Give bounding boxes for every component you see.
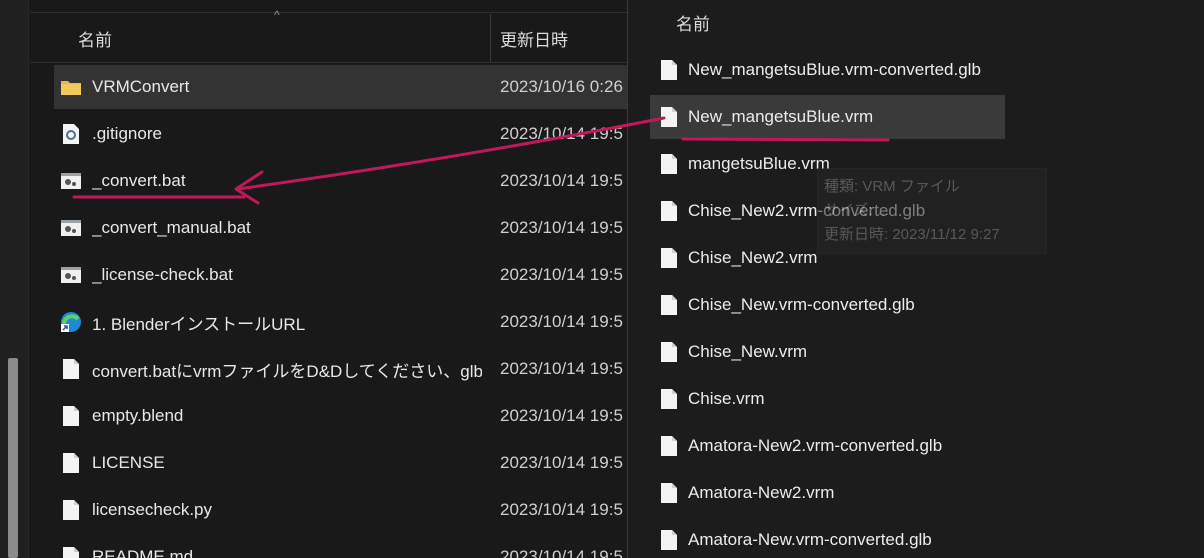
list-item-licensecheck-py[interactable]: licensecheck.py 2023/10/14 19:5 [54, 488, 627, 532]
file-icon [60, 452, 82, 474]
column-header-name[interactable]: 名前 [78, 26, 112, 51]
file-date: 2023/10/14 19:5 [500, 453, 623, 472]
file-date: 2023/10/14 19:5 [500, 406, 623, 425]
file-icon [60, 546, 82, 558]
batch-file-icon [60, 170, 82, 192]
column-header-name[interactable]: 名前 [676, 10, 710, 35]
file-name: Chise_New2.vrm [688, 248, 818, 267]
tooltip-type: 種類: VRM ファイル [824, 178, 960, 195]
file-icon [658, 246, 680, 270]
file-name: Amatora-New.vrm-converted.glb [688, 530, 932, 549]
tooltip-date: 更新日時: 2023/11/12 9:27 [824, 226, 1000, 243]
list-item[interactable]: New_mangetsuBlue.vrm-converted.glb [650, 48, 1204, 92]
list-item-license-check-bat[interactable]: _license-check.bat 2023/10/14 19:5 [54, 253, 627, 297]
file-date: 2023/10/14 19:5 [500, 171, 623, 190]
edge-shortcut-icon [60, 311, 82, 333]
list-item[interactable]: Amatora-New2.vrm [650, 471, 1204, 515]
file-name: New_mangetsuBlue.vrm [688, 107, 874, 126]
file-date: 2023/10/16 0:26 [500, 77, 623, 96]
right-file-list-pane: 名前 New_mangetsuBlue.vrm-converted.glb Ne… [627, 0, 1204, 558]
file-icon [658, 528, 680, 552]
file-icon [60, 358, 82, 380]
settings-file-icon [60, 123, 82, 145]
file-name: .gitignore [92, 124, 162, 143]
column-header-row: ^ 名前 更新日時 [30, 0, 627, 63]
list-item[interactable]: Amatora-New2.vrm-converted.glb [650, 424, 1204, 468]
list-item-convert-bat[interactable]: _convert.bat 2023/10/14 19:5 [54, 159, 627, 203]
batch-file-icon [60, 217, 82, 239]
file-name: VRMConvert [92, 77, 190, 96]
file-icon [658, 58, 680, 82]
tooltip-size: サイズ: ... [824, 202, 890, 219]
file-name: LICENSE [92, 453, 165, 472]
list-item-gitignore[interactable]: .gitignore 2023/10/14 19:5 [54, 112, 627, 156]
file-name: empty.blend [92, 406, 184, 425]
file-name: README.md [92, 547, 194, 558]
list-item[interactable]: Amatora-New.vrm-converted.glb [650, 518, 1204, 558]
list-item[interactable]: Chise.vrm [650, 377, 1204, 421]
file-icon [658, 434, 680, 458]
list-item-blender-url[interactable]: 1. BlenderインストールURL 2023/10/14 19:5 [54, 300, 627, 344]
file-name: licensecheck.py [92, 500, 213, 519]
file-name: Chise_New.vrm-converted.glb [688, 295, 915, 314]
file-name: Chise.vrm [688, 389, 765, 408]
left-file-list-pane: ^ 名前 更新日時 VRMConvert 2023/10/16 0:26 .gi… [0, 0, 627, 558]
file-icon [658, 387, 680, 411]
list-item-selected[interactable]: New_mangetsuBlue.vrm [650, 95, 1005, 139]
list-item-readme-jp[interactable]: convert.batにvrmファイルをD&Dしてください、glbファ... 2… [54, 347, 627, 391]
list-item-empty-blend[interactable]: empty.blend 2023/10/14 19:5 [54, 394, 627, 438]
column-separator[interactable] [490, 14, 491, 62]
list-item-license[interactable]: LICENSE 2023/10/14 19:5 [54, 441, 627, 485]
file-icon [658, 199, 680, 223]
folder-icon [60, 76, 82, 98]
file-icon [60, 499, 82, 521]
column-header-date[interactable]: 更新日時 [500, 26, 568, 51]
list-item[interactable]: Chise_New.vrm-converted.glb [650, 283, 1204, 327]
file-name: New_mangetsuBlue.vrm-converted.glb [688, 60, 981, 79]
file-name: mangetsuBlue.vrm [688, 154, 830, 173]
file-date: 2023/10/14 19:5 [500, 500, 623, 519]
file-name: Amatora-New2.vrm [688, 483, 835, 502]
file-date: 2023/10/14 19:5 [500, 312, 623, 331]
file-icon [658, 152, 680, 176]
file-icon [60, 405, 82, 427]
list-item[interactable]: Chise_New.vrm [650, 330, 1204, 374]
file-date: 2023/10/14 19:5 [500, 265, 623, 284]
list-item-convert-manual-bat[interactable]: _convert_manual.bat 2023/10/14 19:5 [54, 206, 627, 250]
file-date: 2023/10/14 19:5 [500, 547, 623, 558]
list-item-readme-md[interactable]: README.md 2023/10/14 19:5 [54, 535, 627, 558]
file-icon [658, 340, 680, 364]
list-item-vrmconvert[interactable]: VRMConvert 2023/10/16 0:26 [54, 65, 627, 109]
file-date: 2023/10/14 19:5 [500, 218, 623, 237]
sort-ascending-icon: ^ [274, 8, 280, 22]
left-scrollbar[interactable] [0, 0, 29, 558]
file-info-tooltip: 種類: VRM ファイル サイズ: ... 更新日時: 2023/11/12 9… [817, 168, 1047, 254]
file-name: 1. BlenderインストールURL [92, 314, 306, 334]
file-name: Amatora-New2.vrm-converted.glb [688, 436, 943, 455]
file-name: _license-check.bat [92, 265, 233, 284]
file-name: convert.batにvrmファイルをD&Dしてください、glbファ... [92, 361, 482, 381]
file-icon [658, 481, 680, 505]
file-date: 2023/10/14 19:5 [500, 124, 623, 143]
file-icon [658, 105, 680, 129]
file-name: Chise_New.vrm [688, 342, 808, 361]
file-date: 2023/10/14 19:5 [500, 359, 623, 378]
file-name: _convert.bat [92, 171, 186, 190]
file-name: _convert_manual.bat [92, 218, 251, 237]
left-scrollbar-thumb[interactable] [8, 358, 18, 558]
file-icon [658, 293, 680, 317]
batch-file-icon [60, 264, 82, 286]
